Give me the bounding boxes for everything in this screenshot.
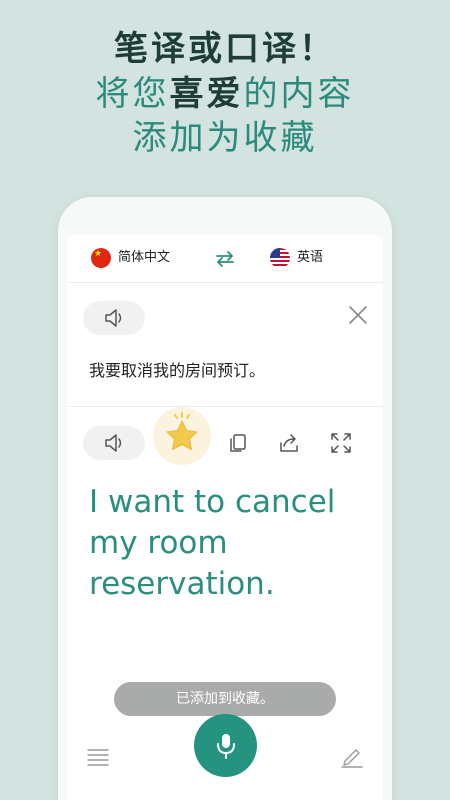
microphone-button[interactable] [194,714,257,777]
speaker-icon [105,434,122,452]
promo-line-2-bold: 喜爱 [169,74,244,114]
expand-icon[interactable] [330,432,352,454]
star-icon [166,412,198,450]
language-bar: 简体中文 英语 [67,235,383,283]
source-language-selector[interactable]: 简体中文 [118,249,170,267]
share-icon[interactable] [278,432,300,454]
promo-line-1: 笔译或口译！ [114,29,336,69]
promo-line-3: 添加为收藏 [132,118,318,158]
pencil-icon[interactable] [340,744,364,768]
app-screen: 简体中文 英语 我要取消我的房间预订。 [67,235,383,800]
toast-message: 已添加到收藏。 [114,682,336,716]
promo-line-2: 将您喜爱的内容 [0,72,450,116]
result-speaker-button[interactable] [83,426,145,460]
china-flag-icon[interactable] [91,248,111,268]
target-language-selector[interactable]: 英语 [297,249,323,267]
microphone-icon [217,734,235,759]
copy-icon[interactable] [227,432,249,454]
phone-frame: 简体中文 英语 我要取消我的房间预订。 [58,197,392,800]
promo-line-2-post: 的内容 [243,74,355,114]
swap-languages-icon[interactable] [214,248,236,270]
promo-headline: 笔译或口译！ 将您喜爱的内容 添加为收藏 [0,26,450,160]
close-icon[interactable] [348,305,368,325]
divider [67,406,383,407]
translation-result[interactable]: I want to cancel my room reservation. [89,482,379,605]
speaker-icon [105,309,122,327]
promo-line-2-pre: 将您 [95,74,170,114]
menu-icon[interactable] [87,746,109,768]
usa-flag-icon[interactable] [270,248,290,268]
source-text[interactable]: 我要取消我的房间预订。 [89,359,265,383]
favorite-button[interactable] [153,407,211,465]
source-speaker-button[interactable] [83,301,145,335]
